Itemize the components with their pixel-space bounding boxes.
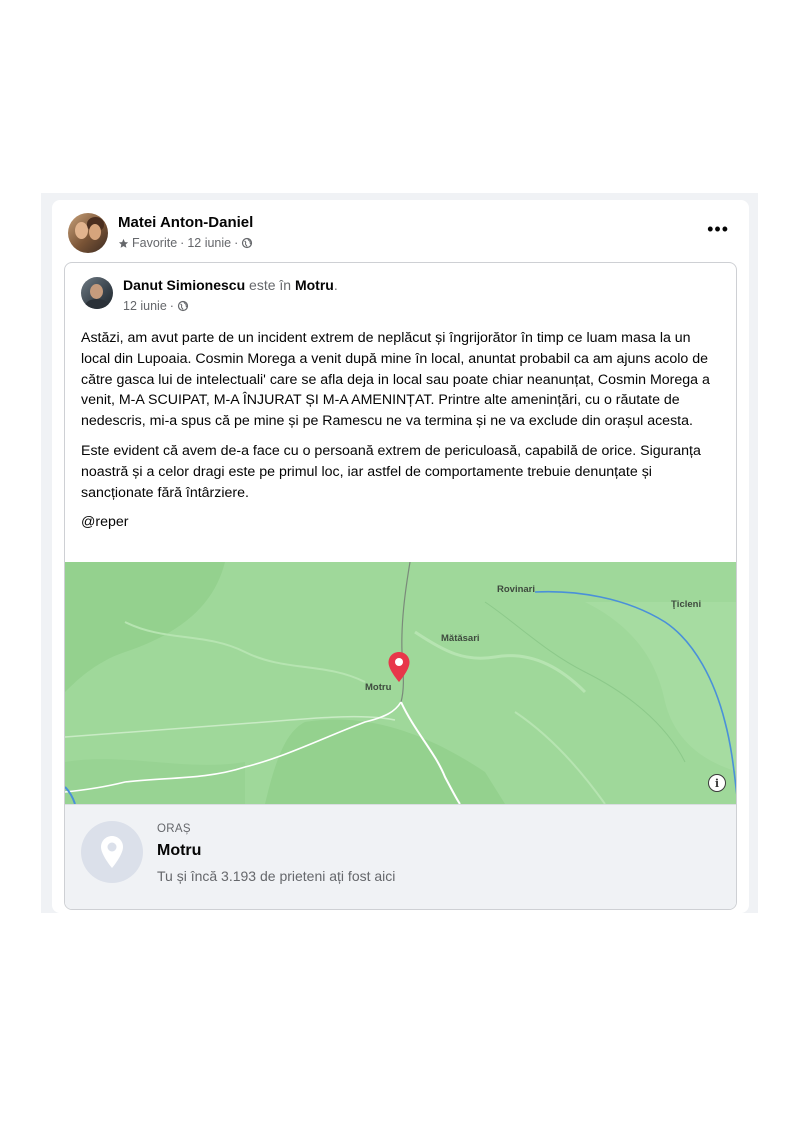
place-card[interactable]: ORAȘ Motru Tu și încă 3.193 de prieteni … xyxy=(65,804,736,909)
map-pin-icon xyxy=(388,652,410,682)
star-icon xyxy=(118,238,129,248)
map-info-icon[interactable]: i xyxy=(708,774,726,792)
shared-meta: 12 iunie · xyxy=(123,299,189,313)
map-terrain xyxy=(65,562,736,804)
shared-date[interactable]: 12 iunie xyxy=(123,299,167,313)
author-avatar[interactable] xyxy=(68,213,108,253)
post-paragraph: Este evident că avem de-a face cu o pers… xyxy=(81,442,701,501)
shared-author-name[interactable]: Danut Simionescu xyxy=(123,277,245,293)
audience-label[interactable]: Favorite xyxy=(132,236,177,250)
globe-icon xyxy=(177,300,189,312)
post-text: Astăzi, am avut parte de un incident ext… xyxy=(81,328,721,542)
place-icon xyxy=(81,821,143,883)
post-paragraph: Astăzi, am avut parte de un incident ext… xyxy=(81,330,710,430)
place-name[interactable]: Motru xyxy=(157,842,201,860)
shared-author-line: Danut Simionescu este în Motru. xyxy=(123,277,338,293)
post-date[interactable]: 12 iunie xyxy=(187,236,231,250)
mention-link[interactable]: @reper xyxy=(81,512,721,533)
map-label-motru: Motru xyxy=(365,682,392,693)
shared-post: Danut Simionescu este în Motru. 12 iunie… xyxy=(64,262,737,910)
map-label-ticleni: Ţicleni xyxy=(671,599,702,610)
place-type: ORAȘ xyxy=(157,823,191,835)
map-label-rovinari: Rovinari xyxy=(497,584,536,595)
more-options-button[interactable]: ••• xyxy=(707,220,729,238)
post-card: Matei Anton-Daniel Favorite · 12 iunie ·… xyxy=(52,200,749,913)
shared-author-avatar[interactable] xyxy=(81,277,113,309)
post-meta: Favorite · 12 iunie · xyxy=(118,236,253,250)
location-pin-icon xyxy=(101,836,123,868)
location-map[interactable]: Rovinari Ţicleni Mătăsari Motru i xyxy=(65,562,736,804)
checkin-connector: este în xyxy=(249,277,292,293)
checkin-location[interactable]: Motru xyxy=(295,277,334,293)
author-name[interactable]: Matei Anton-Daniel xyxy=(118,214,253,231)
place-visitors: Tu și încă 3.193 de prieteni ați fost ai… xyxy=(157,868,396,884)
globe-icon xyxy=(242,237,253,249)
map-label-matasari: Mătăsari xyxy=(441,633,480,644)
